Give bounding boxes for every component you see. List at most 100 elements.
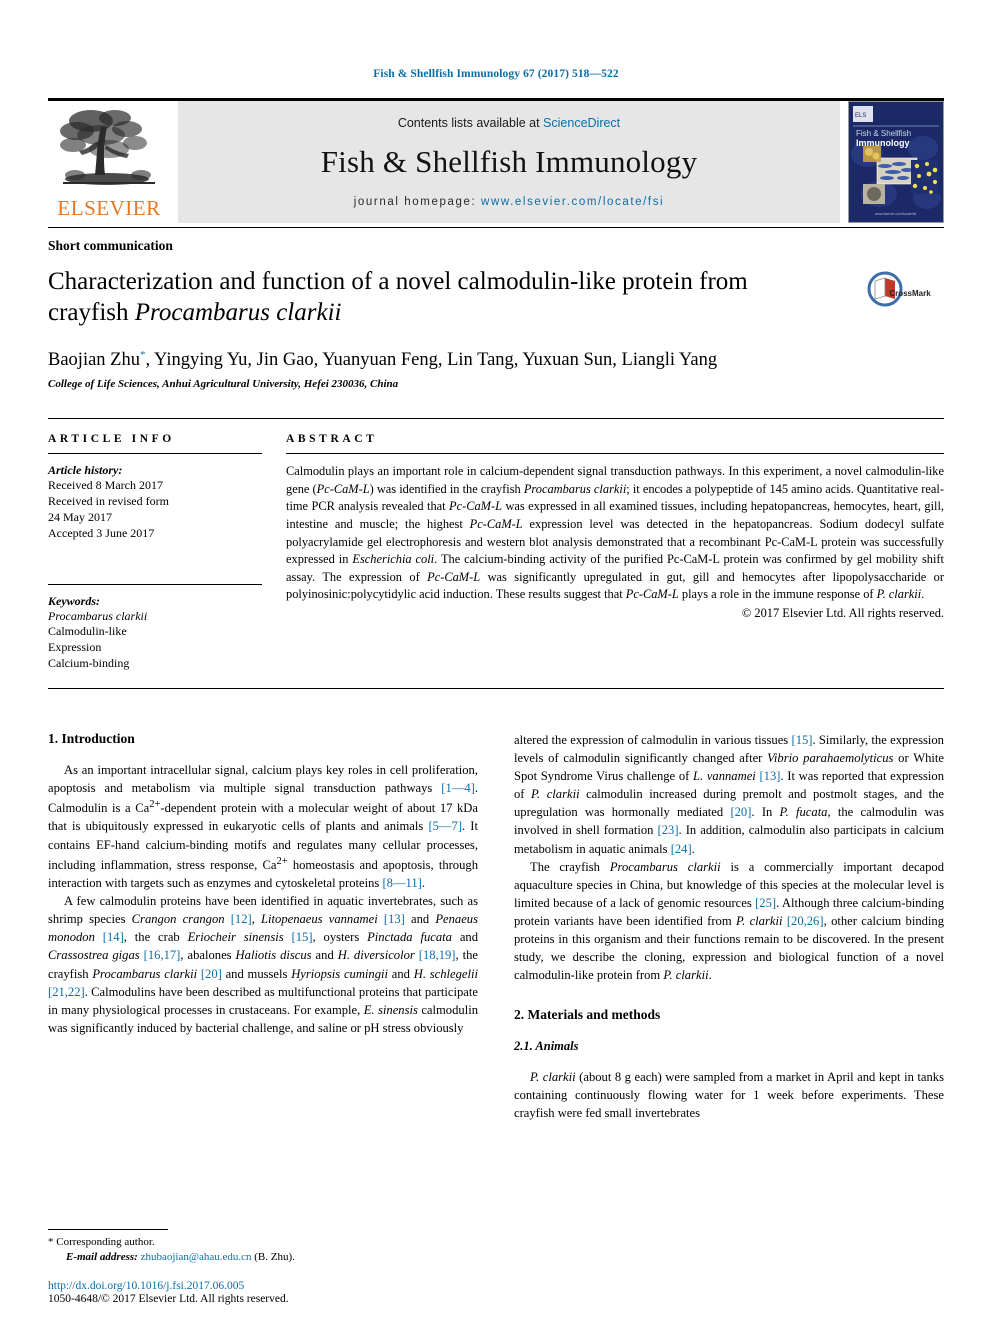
keyword-item: Procambarus clarkii xyxy=(48,608,148,623)
species-name: H. schlegelii xyxy=(413,966,479,981)
history-item: Received 8 March 2017 xyxy=(48,478,163,493)
elsevier-wordmark: ELSEVIER xyxy=(57,196,161,220)
article-info-rule xyxy=(48,453,262,455)
text-frag: and xyxy=(388,966,414,981)
abstract-gene-name: Pc-CaM-L xyxy=(449,499,503,514)
citation-link[interactable]: [20] xyxy=(201,967,222,981)
citation-link[interactable]: [12] xyxy=(231,912,252,926)
text-frag: , xyxy=(251,912,262,927)
text-frag: , oysters xyxy=(312,930,368,945)
keywords-label: Keywords: xyxy=(48,593,100,608)
elsevier-tree-icon xyxy=(60,110,155,185)
species-name: Vibrio parahaemolyticus xyxy=(767,750,894,765)
species-name: E. sinensis xyxy=(363,1002,418,1017)
species-name: Hyriopsis cumingii xyxy=(291,966,389,981)
citation-link[interactable]: [21,22] xyxy=(48,985,85,999)
citation-link[interactable]: [20] xyxy=(730,805,751,819)
citation-link[interactable]: [23] xyxy=(658,823,679,837)
keyword-item: Calmodulin-like xyxy=(48,624,127,639)
keyword-item: Expression xyxy=(48,640,102,655)
species-name: P. clarkii xyxy=(530,1069,576,1084)
section-heading-introduction: 1. Introduction xyxy=(48,730,135,746)
crossmark-badge[interactable]: CrossMark xyxy=(856,266,944,307)
history-item: Received in revised form xyxy=(48,494,169,509)
author-list: Baojian Zhu*, Yingying Yu, Jin Gao, Yuan… xyxy=(48,348,944,372)
abstract-copyright: © 2017 Elsevier Ltd. All rights reserved… xyxy=(741,606,944,621)
citation-link[interactable]: [24] xyxy=(671,842,692,856)
body-columns: 1. Introduction As an important intracel… xyxy=(48,731,944,1122)
text-frag xyxy=(284,930,292,944)
article-info-column: ARTICLE INFO Article history: Received 8… xyxy=(48,433,286,672)
body-top-rule xyxy=(48,687,944,689)
abstract-gene-name: Pc-CaM-L xyxy=(316,481,370,496)
masthead-center: Contents lists available at ScienceDirec… xyxy=(178,101,840,223)
superscript-charge: 2+ xyxy=(149,799,161,811)
author-corresponding-marker: * xyxy=(139,349,146,361)
keywords-rule xyxy=(48,583,262,585)
text-frag: and mussels xyxy=(221,966,292,981)
citation-link[interactable]: [8—11] xyxy=(382,876,421,890)
citation-link[interactable]: [14] xyxy=(103,930,124,944)
authors-names: Baojian Zhu*, Yingying Yu, Jin Gao, Yuan… xyxy=(48,349,718,371)
paragraph: As an important intracellular signal, ca… xyxy=(48,761,478,892)
paragraph: P. clarkii (about 8 g each) were sampled… xyxy=(514,1068,944,1122)
abstract-species: Procambarus clarkii xyxy=(523,481,627,496)
text-frag: . In xyxy=(751,805,780,820)
affiliation: College of Life Sciences, Anhui Agricult… xyxy=(48,378,399,391)
citation-link[interactable]: [5—7] xyxy=(428,819,462,833)
text-frag: and xyxy=(451,930,478,945)
species-name: P. clarkii xyxy=(530,787,580,802)
citation-link[interactable]: [13] xyxy=(759,769,780,783)
title-line-2-italic: Procambarus clarkii xyxy=(134,299,342,326)
svg-text:www.elsevier.com/locate/fsi: www.elsevier.com/locate/fsi xyxy=(875,212,917,216)
article-info-heading: ARTICLE INFO xyxy=(48,433,175,446)
title-line-2-plain: crayfish xyxy=(48,299,135,326)
email-link[interactable]: zhubaojian@ahau.edu.cn xyxy=(141,1251,252,1263)
doi-link[interactable]: http://dx.doi.org/10.1016/j.fsi.2017.06.… xyxy=(48,1280,508,1292)
citation-link[interactable]: [16,17] xyxy=(144,948,181,962)
species-name: P. clarkii xyxy=(663,968,709,983)
citation-link[interactable]: [13] xyxy=(384,912,405,926)
text-frag: , abalones xyxy=(180,948,236,963)
issn-copyright-line: 1050-4648/© 2017 Elsevier Ltd. All right… xyxy=(48,1293,289,1305)
journal-homepage-link[interactable]: www.elsevier.com/locate/fsi xyxy=(481,196,664,208)
citation-link[interactable]: [18,19] xyxy=(419,948,456,962)
abstract-rule xyxy=(286,453,944,455)
species-name: Haliotis discus xyxy=(235,948,312,963)
page-title: Characterization and function of a novel… xyxy=(48,266,838,328)
journal-cover-thumbnail: ELS Fish & Shellfish Immunology www.else… xyxy=(848,101,944,223)
citation-link[interactable]: [1—4] xyxy=(441,781,475,795)
superscript-charge: 2+ xyxy=(276,855,288,867)
article-type: Short communication xyxy=(48,238,173,253)
text-frag: As an important intracellular signal, ca… xyxy=(48,762,478,795)
species-name: Procambarus clarkii xyxy=(92,966,198,981)
homepage-prefix: journal homepage: xyxy=(353,196,482,208)
abstract-species: Escherichia coli xyxy=(352,552,435,567)
species-name: H. diversicolor xyxy=(337,948,415,963)
citation-link[interactable]: [15] xyxy=(292,930,313,944)
svg-text:ELS: ELS xyxy=(855,113,866,119)
citation-link[interactable]: [20,26] xyxy=(787,914,824,928)
species-name: Pinctada fucata xyxy=(367,930,452,945)
abstract-frag: plays a role in the immune response of xyxy=(678,587,877,602)
sciencedirect-link[interactable]: ScienceDirect xyxy=(543,116,620,130)
text-frag: , the crab xyxy=(123,930,188,945)
homepage-line: journal homepage: www.elsevier.com/locat… xyxy=(354,196,664,208)
text-frag: altered the expression of calmodulin in … xyxy=(514,732,792,747)
abstract-gene-name: Pc-CaM-L xyxy=(469,517,523,532)
citation-link[interactable]: [15] xyxy=(792,733,813,747)
email-line: E-mail address: zhubaojian@ahau.edu.cn (… xyxy=(48,1250,468,1265)
contents-line: Contents lists available at ScienceDirec… xyxy=(398,116,620,130)
footnote-block: * Corresponding author. E-mail address: … xyxy=(48,1229,468,1265)
column-left: 1. Introduction As an important intracel… xyxy=(48,731,478,1122)
svg-text:Fish & Shellfish: Fish & Shellfish xyxy=(856,129,911,138)
species-name: P. clarkii xyxy=(736,914,783,929)
abstract-species: P. clarkii xyxy=(876,587,922,602)
species-name: Crangon crangon xyxy=(131,912,225,927)
info-abstract-block: ARTICLE INFO Article history: Received 8… xyxy=(48,418,944,672)
corresponding-label: Corresponding author. xyxy=(56,1236,155,1249)
journal-masthead: ELSEVIER Contents lists available at Sci… xyxy=(48,101,944,223)
journal-title: Fish & Shellfish Immunology xyxy=(320,144,698,179)
citation-link[interactable]: [25] xyxy=(755,896,776,910)
